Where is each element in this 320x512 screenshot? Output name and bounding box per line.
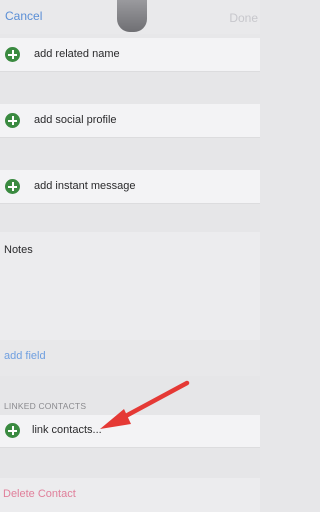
arrow-shaft: [119, 380, 190, 421]
arrow-head: [100, 409, 131, 429]
annotation-arrow: [100, 380, 190, 429]
